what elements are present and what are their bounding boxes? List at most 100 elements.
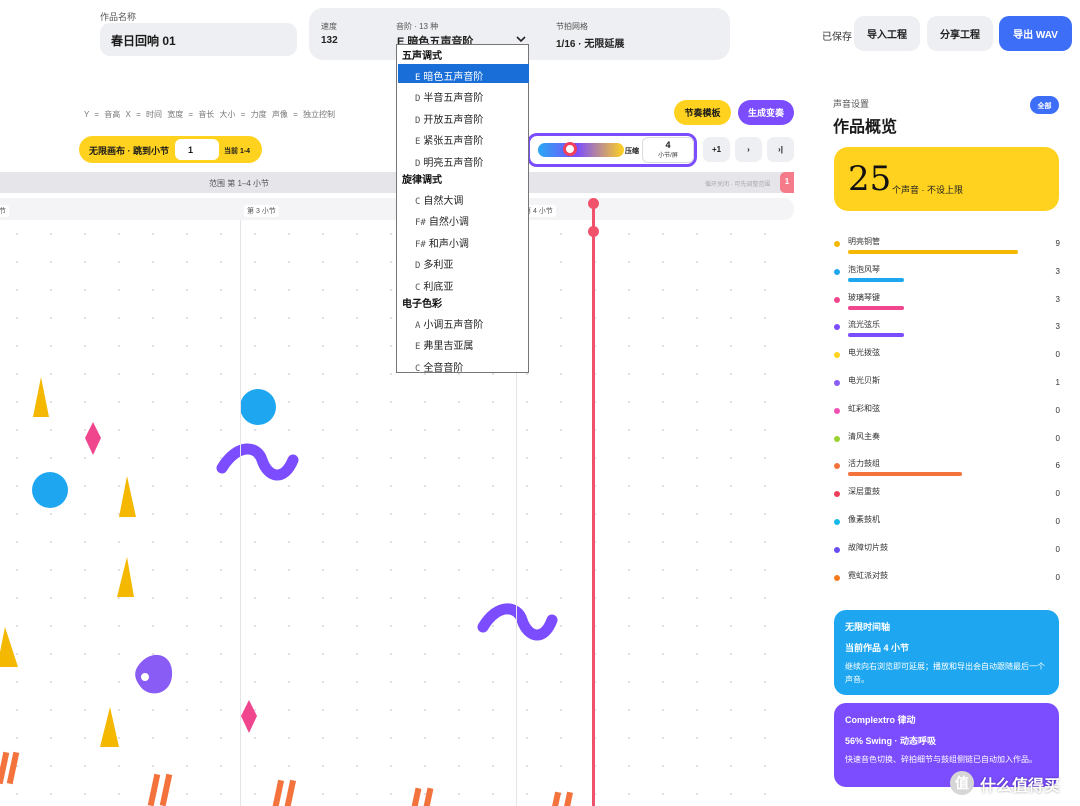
playhead[interactable] [592,202,595,806]
zoom-slider[interactable] [538,142,624,157]
groove-card-title: Complextro 律动 [845,715,916,725]
note-triangle [0,627,18,667]
voice-row[interactable]: 明亮铜管 9 [834,236,1060,264]
project-name-input[interactable]: 春日回响 01 [100,23,297,56]
scale-option-root: C [415,197,421,207]
voice-count: 3 [1055,322,1060,332]
voice-name: 清风主奏 [848,431,880,441]
tempo-input[interactable]: 132 [321,35,338,46]
voice-row[interactable]: 像素鼓机 0 [834,514,1060,542]
drum-hit [159,773,173,806]
note-wave [477,603,558,641]
scale-option-root: C [415,363,421,374]
voice-row[interactable]: 清风主奏 0 [834,431,1060,459]
timeline-card: 无限时间轴 当前作品 4 小节 继续向右浏览即可延展；播放和导出会自动跟随最后一… [834,610,1059,695]
drum-hit [562,791,574,806]
drum-hit [283,779,297,806]
voice-row[interactable]: 活力鼓组 6 [834,458,1060,486]
voice-color-dot [834,519,840,525]
note-circle [240,389,276,425]
scale-option[interactable]: C 自然大调 [398,188,529,207]
voice-row[interactable]: 泡泡风琴 3 [834,264,1060,292]
drum-hit [422,787,434,806]
voice-row[interactable]: 流光弦乐 3 [834,319,1060,347]
scale-option[interactable]: A 小调五声音阶 [398,312,529,331]
voice-row[interactable]: 电光贝斯 1 [834,375,1060,403]
scale-option-root: A [415,321,421,331]
bar-divider [240,220,241,806]
scale-option[interactable]: E 弗里吉亚属 [398,333,529,352]
voice-color-dot [834,407,840,414]
scale-option-name: 半音五声音阶 [423,93,484,105]
drum-hit [6,751,20,785]
voice-count: 0 [1055,544,1060,554]
note-triangle [100,707,119,747]
note-triangle [117,557,134,597]
scale-option-name: 多利亚 [423,260,454,272]
voice-row[interactable]: 霓虹派对鼓 0 [834,570,1060,598]
scale-option[interactable]: D 多利亚 [398,252,529,271]
scale-option-root: E [415,342,421,353]
all-filter-button[interactable]: 全部 [1030,96,1059,114]
watermark-text: 什么值得买 [980,778,1061,795]
project-name-label: 作品名称 [100,12,137,22]
voice-row[interactable]: 故障切片鼓 0 [834,542,1060,570]
voice-row[interactable]: 虹彩和弦 0 [834,403,1060,431]
scale-option[interactable]: C 全音音阶 [398,355,529,374]
voice-color-dot [834,463,840,470]
voice-color-dot [834,324,840,331]
bars-per-screen-input[interactable]: 4 小节/屏 [642,137,694,163]
add-bar-button[interactable]: +1 [703,137,730,162]
jump-to-bar-control: 无限画布 · 跳到小节 1 当前 1-4 [79,136,262,163]
export-wav-button[interactable]: 导出 WAV [999,16,1072,51]
note-diamond [241,700,257,733]
range-handle[interactable]: 1 [780,172,794,193]
voice-name: 流光弦乐 [848,320,880,330]
watermark: 值 什么值得买 [950,769,1080,799]
go-to-end-button[interactable]: ›| [767,137,794,162]
share-project-button[interactable]: 分享工程 [927,16,993,51]
voice-usage-bar [848,305,904,310]
voice-row[interactable]: 电光拨弦 0 [834,347,1060,375]
note-blob [135,654,173,694]
voice-count-text: 个声音 · 不设上限 [892,185,963,195]
voice-name: 玻璃琴键 [848,292,880,302]
rhythm-template-button[interactable]: 节奏模板 [674,100,731,125]
bar-marker: 第 3 小节 [244,205,279,217]
voice-row[interactable]: 深层重鼓 0 [834,486,1060,514]
import-project-button[interactable]: 导入工程 [854,16,920,51]
scale-dropdown-list[interactable]: 五声调式 E 暗色五声音阶 D 半音五声音阶 D 开放五声音阶 E 紧张五声音阶 D 明亮五声音阶旋… [396,44,529,374]
scale-option-name: 开放五声音阶 [423,114,484,126]
scale-option-root: E [415,73,421,83]
grid-select[interactable]: 1/16 · 无限延展 [556,35,624,50]
scale-option[interactable]: D 明亮五声音阶 [398,150,529,169]
voice-name: 虹彩和弦 [848,403,880,413]
voice-usage-bar [848,277,904,282]
scale-option[interactable]: E 暗色五声音阶 [398,64,529,83]
scale-option-name: 全音音阶 [423,362,464,374]
voice-color-dot [834,435,840,442]
timeline-card-title: 无限时间轴 [845,622,891,632]
scale-option-root: C [415,282,421,293]
scale-option[interactable]: D 半音五声音阶 [398,85,529,104]
next-page-button[interactable]: › [735,137,762,162]
loop-status-text: 循环关闭 · 可先调整范围 [705,182,771,188]
scale-option[interactable]: F# 和声小调 [398,231,529,250]
scale-option[interactable]: E 紧张五声音阶 [398,128,529,147]
playhead-handle[interactable] [588,198,599,209]
bars-per-screen-unit: 小节/屏 [658,153,678,159]
voice-name: 泡泡风琴 [848,264,880,274]
scale-option-root: F# [415,218,426,229]
note-blob-dot [141,673,149,681]
jump-bar-input[interactable]: 1 [175,139,219,160]
voice-count: 0 [1055,517,1060,526]
scale-option-root: D [415,158,421,169]
zoom-slider-knob[interactable] [563,142,577,156]
generate-variation-button[interactable]: 生成变奏 [738,100,794,125]
voice-color-dot [834,574,840,581]
scale-option[interactable]: F# 自然小调 [398,209,529,228]
scale-option[interactable]: C 利底亚 [398,274,529,293]
voice-row[interactable]: 玻璃琴键 3 [834,292,1060,320]
scale-option[interactable]: D 开放五声音阶 [398,107,529,126]
scale-option-root: E [415,137,421,148]
